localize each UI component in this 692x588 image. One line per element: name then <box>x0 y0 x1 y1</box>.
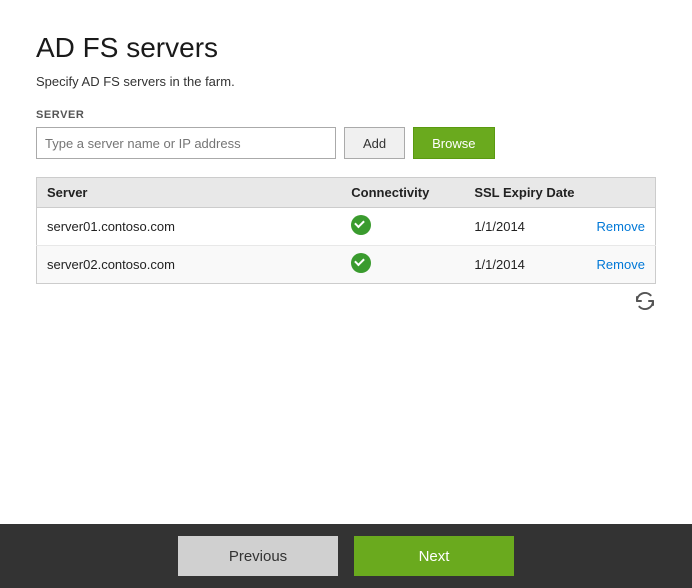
col-header-ssl: SSL Expiry Date <box>464 178 586 208</box>
table-header-row: Server Connectivity SSL Expiry Date <box>37 178 656 208</box>
connectivity-check-icon <box>351 253 371 273</box>
main-content: AD FS servers Specify AD FS servers in t… <box>0 0 692 524</box>
previous-button[interactable]: Previous <box>178 536 338 576</box>
refresh-area <box>36 284 656 318</box>
server-input[interactable] <box>36 127 336 159</box>
remove-link[interactable]: Remove <box>597 257 645 272</box>
cell-action: Remove <box>587 246 656 284</box>
footer: Previous Next <box>0 524 692 588</box>
remove-link[interactable]: Remove <box>597 219 645 234</box>
subtitle: Specify AD FS servers in the farm. <box>36 74 656 89</box>
cell-server: server02.contoso.com <box>37 246 342 284</box>
col-header-server: Server <box>37 178 342 208</box>
cell-action: Remove <box>587 208 656 246</box>
col-header-action <box>587 178 656 208</box>
server-input-row: Add Browse <box>36 127 656 159</box>
table-row: server02.contoso.com 1/1/2014 Remove <box>37 246 656 284</box>
page-title: AD FS servers <box>36 32 656 64</box>
refresh-icon[interactable] <box>634 290 656 312</box>
table-row: server01.contoso.com 1/1/2014 Remove <box>37 208 656 246</box>
add-button[interactable]: Add <box>344 127 405 159</box>
cell-connectivity <box>341 208 464 246</box>
cell-server: server01.contoso.com <box>37 208 342 246</box>
cell-ssl-expiry: 1/1/2014 <box>464 208 586 246</box>
col-header-connectivity: Connectivity <box>341 178 464 208</box>
browse-button[interactable]: Browse <box>413 127 494 159</box>
server-label: SERVER <box>36 109 656 121</box>
cell-ssl-expiry: 1/1/2014 <box>464 246 586 284</box>
cell-connectivity <box>341 246 464 284</box>
server-table: Server Connectivity SSL Expiry Date serv… <box>36 177 656 284</box>
connectivity-check-icon <box>351 215 371 235</box>
next-button[interactable]: Next <box>354 536 514 576</box>
